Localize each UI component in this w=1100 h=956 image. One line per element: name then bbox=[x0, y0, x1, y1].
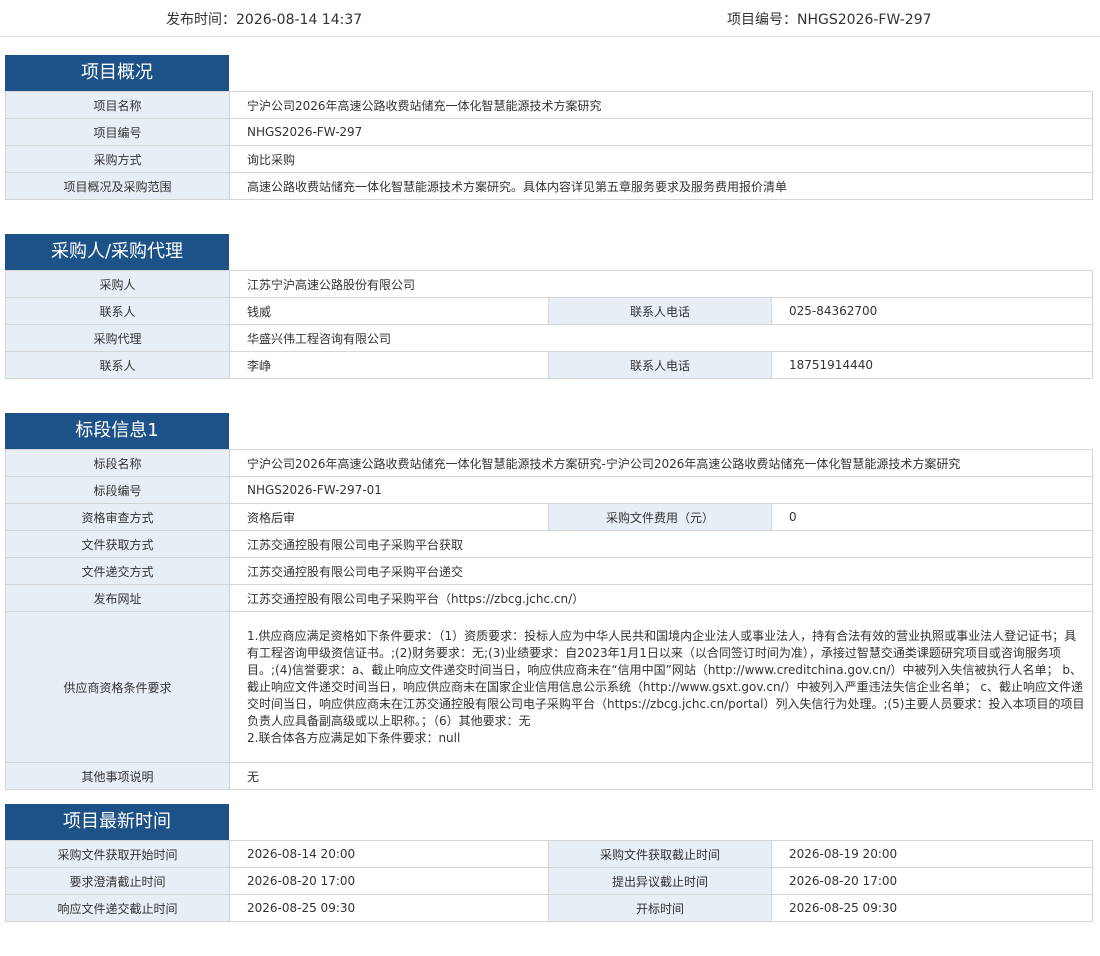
table-row: 发布网址 江苏交通控股有限公司电子采购平台（https://zbcg.jchc.… bbox=[5, 584, 1093, 612]
row-label: 资格审查方式 bbox=[5, 503, 230, 531]
table-row: 联系人 李峥 联系人电话 18751914440 bbox=[5, 351, 1093, 379]
table-row: 项目编号 NHGS2026-FW-297 bbox=[5, 118, 1093, 146]
section-title-lot: 标段信息1 bbox=[5, 413, 229, 449]
row-label: 项目概况及采购范围 bbox=[5, 172, 230, 200]
table-row: 采购代理 华盛兴伟工程咨询有限公司 bbox=[5, 324, 1093, 352]
table-row: 资格审查方式 资格后审 采购文件费用（元） 0 bbox=[5, 503, 1093, 531]
table-row: 采购方式 询比采购 bbox=[5, 145, 1093, 173]
section-purchaser: 采购人/采购代理 采购人 江苏宁沪高速公路股份有限公司 联系人 钱威 联系人电话… bbox=[5, 234, 1093, 379]
lot-table: 标段名称 宁沪公司2026年高速公路收费站储充一体化智慧能源技术方案研究-宁沪公… bbox=[5, 449, 1093, 790]
section-title-purchaser: 采购人/采购代理 bbox=[5, 234, 229, 270]
section-lot: 标段信息1 标段名称 宁沪公司2026年高速公路收费站储充一体化智慧能源技术方案… bbox=[5, 413, 1093, 790]
row-label: 项目名称 bbox=[5, 91, 230, 119]
row-label: 要求澄清截止时间 bbox=[5, 867, 230, 895]
row-label: 项目编号 bbox=[5, 118, 230, 146]
table-row: 文件递交方式 江苏交通控股有限公司电子采购平台递交 bbox=[5, 557, 1093, 585]
qualification-line-1: 1.供应商应满足资格如下条件要求：（1）资质要求：投标人应为中华人民共和国境内企… bbox=[247, 628, 1085, 728]
purchaser-value: 江苏宁沪高速公路股份有限公司 bbox=[229, 270, 1093, 298]
table-row: 供应商资格条件要求 1.供应商应满足资格如下条件要求：（1）资质要求：投标人应为… bbox=[5, 611, 1093, 763]
purchaser-table: 采购人 江苏宁沪高速公路股份有限公司 联系人 钱威 联系人电话 025-8436… bbox=[5, 270, 1093, 379]
row-label: 供应商资格条件要求 bbox=[5, 611, 230, 763]
table-row: 要求澄清截止时间 2026-08-20 17:00 提出异议截止时间 2026-… bbox=[5, 867, 1093, 895]
publish-site-value: 江苏交通控股有限公司电子采购平台（https://zbcg.jchc.cn/） bbox=[229, 584, 1093, 612]
table-row: 采购文件获取开始时间 2026-08-14 20:00 采购文件获取截止时间 2… bbox=[5, 840, 1093, 868]
row-label: 响应文件递交截止时间 bbox=[5, 894, 230, 922]
lot-name-value: 宁沪公司2026年高速公路收费站储充一体化智慧能源技术方案研究-宁沪公司2026… bbox=[229, 449, 1093, 477]
procurement-method-value: 询比采购 bbox=[229, 145, 1093, 173]
table-row: 其他事项说明 无 bbox=[5, 762, 1093, 790]
table-row: 联系人 钱威 联系人电话 025-84362700 bbox=[5, 297, 1093, 325]
project-code-value: NHGS2026-FW-297 bbox=[229, 118, 1093, 146]
row-label: 开标时间 bbox=[548, 894, 772, 922]
row-label: 联系人 bbox=[5, 297, 230, 325]
row-label: 其他事项说明 bbox=[5, 762, 230, 790]
row-label: 采购文件费用（元） bbox=[548, 503, 772, 531]
scope-value: 高速公路收费站储充一体化智慧能源技术方案研究。具体内容详见第五章服务要求及服务费… bbox=[229, 172, 1093, 200]
section-overview: 项目概况 项目名称 宁沪公司2026年高速公路收费站储充一体化智慧能源技术方案研… bbox=[5, 55, 1093, 200]
contact-value: 钱威 bbox=[229, 297, 549, 325]
row-label: 文件递交方式 bbox=[5, 557, 230, 585]
timeline-table: 采购文件获取开始时间 2026-08-14 20:00 采购文件获取截止时间 2… bbox=[5, 840, 1093, 922]
section-title-timeline: 项目最新时间 bbox=[5, 804, 229, 840]
row-label: 发布网址 bbox=[5, 584, 230, 612]
document-obtain-value: 江苏交通控股有限公司电子采购平台获取 bbox=[229, 530, 1093, 558]
table-row: 文件获取方式 江苏交通控股有限公司电子采购平台获取 bbox=[5, 530, 1093, 558]
header-project-code: 项目编号：NHGS2026-FW-297 bbox=[727, 12, 932, 28]
document-fee-value: 0 bbox=[771, 503, 1093, 531]
time-value: 2026-08-14 20:00 bbox=[229, 840, 549, 868]
row-label: 文件获取方式 bbox=[5, 530, 230, 558]
row-label: 采购代理 bbox=[5, 324, 230, 352]
section-timeline: 项目最新时间 采购文件获取开始时间 2026-08-14 20:00 采购文件获… bbox=[5, 804, 1093, 922]
table-row: 响应文件递交截止时间 2026-08-25 09:30 开标时间 2026-08… bbox=[5, 894, 1093, 922]
table-row: 标段编号 NHGS2026-FW-297-01 bbox=[5, 476, 1093, 504]
time-value: 2026-08-25 09:30 bbox=[771, 894, 1093, 922]
table-row: 标段名称 宁沪公司2026年高速公路收费站储充一体化智慧能源技术方案研究-宁沪公… bbox=[5, 449, 1093, 477]
time-value: 2026-08-20 17:00 bbox=[771, 867, 1093, 895]
row-label: 标段编号 bbox=[5, 476, 230, 504]
qualification-requirements: 1.供应商应满足资格如下条件要求：（1）资质要求：投标人应为中华人民共和国境内企… bbox=[229, 611, 1093, 763]
lot-code-value: NHGS2026-FW-297-01 bbox=[229, 476, 1093, 504]
qualification-line-2: 2.联合体各方应满足如下条件要求：null bbox=[247, 730, 461, 745]
row-label: 采购方式 bbox=[5, 145, 230, 173]
table-row: 项目名称 宁沪公司2026年高速公路收费站储充一体化智慧能源技术方案研究 bbox=[5, 91, 1093, 119]
project-name-value: 宁沪公司2026年高速公路收费站储充一体化智慧能源技术方案研究 bbox=[229, 91, 1093, 119]
time-value: 2026-08-25 09:30 bbox=[229, 894, 549, 922]
contact-value: 李峥 bbox=[229, 351, 549, 379]
agent-value: 华盛兴伟工程咨询有限公司 bbox=[229, 324, 1093, 352]
overview-table: 项目名称 宁沪公司2026年高速公路收费站储充一体化智慧能源技术方案研究 项目编… bbox=[5, 91, 1093, 200]
publish-time: 发布时间：2026-08-14 14:37 bbox=[166, 12, 363, 28]
row-label: 提出异议截止时间 bbox=[548, 867, 772, 895]
row-label: 采购人 bbox=[5, 270, 230, 298]
row-label: 联系人电话 bbox=[548, 297, 772, 325]
table-row: 项目概况及采购范围 高速公路收费站储充一体化智慧能源技术方案研究。具体内容详见第… bbox=[5, 172, 1093, 200]
row-label: 采购文件获取开始时间 bbox=[5, 840, 230, 868]
time-value: 2026-08-19 20:00 bbox=[771, 840, 1093, 868]
review-method-value: 资格后审 bbox=[229, 503, 549, 531]
top-info-bar: 发布时间：2026-08-14 14:37 项目编号：NHGS2026-FW-2… bbox=[0, 0, 1100, 37]
document-submit-value: 江苏交通控股有限公司电子采购平台递交 bbox=[229, 557, 1093, 585]
section-title-overview: 项目概况 bbox=[5, 55, 229, 91]
table-row: 采购人 江苏宁沪高速公路股份有限公司 bbox=[5, 270, 1093, 298]
other-notes-value: 无 bbox=[229, 762, 1093, 790]
row-label: 联系人 bbox=[5, 351, 230, 379]
row-label: 采购文件获取截止时间 bbox=[548, 840, 772, 868]
time-value: 2026-08-20 17:00 bbox=[229, 867, 549, 895]
row-label: 联系人电话 bbox=[548, 351, 772, 379]
phone-value: 025-84362700 bbox=[771, 297, 1093, 325]
row-label: 标段名称 bbox=[5, 449, 230, 477]
phone-value: 18751914440 bbox=[771, 351, 1093, 379]
